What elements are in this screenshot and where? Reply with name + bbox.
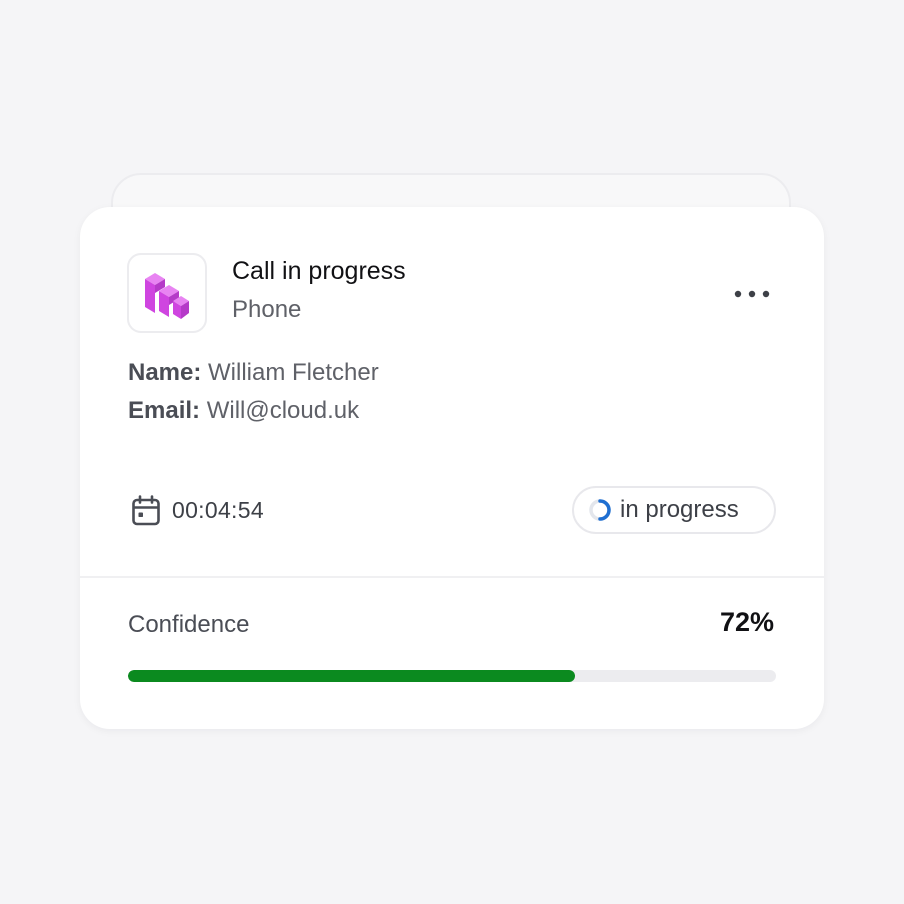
- confidence-value: 72%: [719, 607, 774, 637]
- call-duration: 00:04:54: [172, 497, 264, 523]
- confidence-progress-track: [128, 670, 776, 682]
- email-value: Will@cloud.uk: [206, 397, 360, 424]
- confidence-label: Confidence: [128, 611, 250, 638]
- spinner-icon: [589, 499, 611, 521]
- cube-logo-icon: [145, 273, 189, 319]
- contact-name-row: Name: William Fletcher: [128, 359, 379, 387]
- more-options-button[interactable]: [728, 281, 776, 307]
- card-subtitle: Phone: [232, 296, 302, 323]
- app-logo: [127, 253, 207, 333]
- section-divider: [80, 576, 824, 578]
- status-label: in progress: [620, 496, 739, 523]
- contact-email-row: Email: Will@cloud.uk: [128, 397, 359, 425]
- status-badge: in progress: [572, 486, 776, 534]
- calendar-icon: [132, 495, 160, 526]
- more-horizontal-icon: [734, 290, 770, 298]
- card-title: Call in progress: [232, 257, 406, 285]
- name-value: William Fletcher: [208, 359, 379, 386]
- name-label: Name:: [128, 359, 202, 386]
- confidence-progress-fill: [128, 670, 576, 682]
- email-label: Email:: [128, 397, 201, 424]
- call-card: Call in progress Phone Name: William Fle…: [80, 207, 824, 729]
